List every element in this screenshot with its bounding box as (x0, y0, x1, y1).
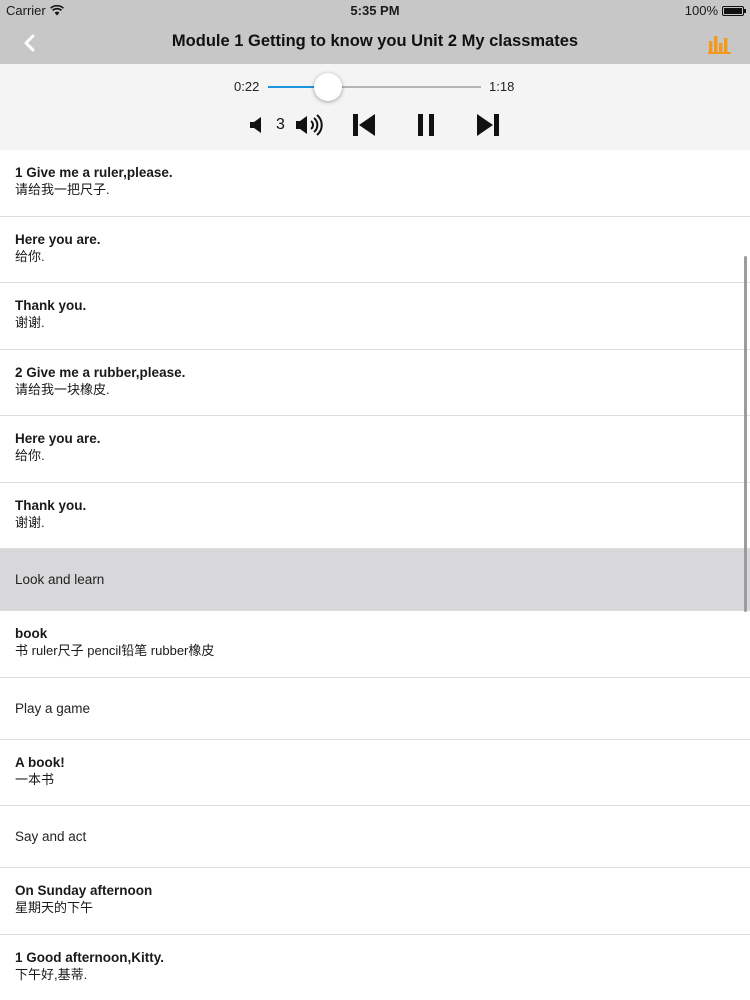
next-track-button[interactable] (474, 110, 502, 140)
section-row[interactable]: Look and learn (0, 549, 750, 611)
sentence-translation: 请给我一块橡皮. (15, 381, 110, 397)
app-screen: Carrier 5:35 PM 100% Module 1 Getting to… (0, 0, 750, 1000)
back-button[interactable] (14, 28, 44, 58)
sentence-english: 2 Give me a rubber,please. (15, 364, 186, 380)
sentence-translation: 请给我一把尺子. (15, 182, 110, 197)
sentence-english: 1 Good afternoon,Kitty. (15, 949, 164, 965)
progress-slider[interactable] (268, 73, 481, 101)
sentence-translation: 谢谢. (15, 315, 45, 330)
sentence-english: Here you are. (15, 231, 101, 247)
total-time: 1:18 (489, 79, 515, 94)
sentence-row[interactable]: book 书 ruler尺子 pencil铅笔 rubber橡皮 (0, 611, 750, 678)
battery-indicator: 100% (684, 3, 746, 18)
volume-up-icon (296, 114, 323, 136)
section-row[interactable]: Play a game (0, 678, 750, 740)
skip-next-icon (477, 114, 499, 136)
section-label: Say and act (15, 829, 87, 844)
bar-chart-icon (708, 36, 731, 54)
sentence-english: Thank you. (15, 298, 87, 313)
sentence-row[interactable]: Thank you. 谢谢. (0, 483, 750, 549)
skip-previous-icon (353, 114, 375, 136)
status-time: 5:35 PM (350, 3, 400, 18)
page-title: Module 1 Getting to know you Unit 2 My c… (171, 32, 579, 50)
previous-track-button[interactable] (350, 110, 378, 140)
scroll-indicator[interactable] (744, 256, 747, 612)
current-time: 0:22 (234, 79, 260, 94)
section-row[interactable]: Say and act (0, 806, 750, 868)
pause-button[interactable] (414, 110, 438, 140)
sentence-row[interactable]: Here you are. 给你. (0, 416, 750, 483)
sentence-translation: 谢谢. (15, 514, 45, 530)
sentence-translation: 下午好,基蒂. (15, 966, 88, 982)
volume-level: 3 (276, 116, 285, 133)
sentence-english: On Sunday afternoon (15, 883, 153, 898)
sentence-row[interactable]: 1 Good afternoon,Kitty. 下午好,基蒂. (0, 935, 750, 1000)
audio-player: 0:22 1:18 3 (0, 64, 750, 150)
sentence-translation: 星期天的下午 (15, 900, 94, 915)
sentence-translation: 书 ruler尺子 pencil铅笔 rubber橡皮 (15, 643, 215, 658)
sentence-english: A book! (15, 754, 65, 770)
volume-down-icon (250, 117, 261, 133)
navigation-bar: Module 1 Getting to know you Unit 2 My c… (0, 22, 750, 64)
battery-percent: 100% (684, 3, 718, 18)
chevron-left-icon (24, 34, 35, 52)
sentence-row[interactable]: 2 Give me a rubber,please. 请给我一块橡皮. (0, 350, 750, 416)
progress-thumb[interactable] (314, 73, 343, 101)
sentence-english: Here you are. (15, 431, 101, 446)
sentence-row[interactable]: A book! 一本书 (0, 740, 750, 806)
sentence-translation: 一本书 (15, 771, 55, 787)
sentence-list[interactable]: 1 Give me a ruler,please. 请给我一把尺子. Here yo… (0, 150, 750, 1000)
sentence-row[interactable]: Here you are. 给你. (0, 217, 750, 283)
sentence-translation: 给你. (15, 248, 45, 264)
sentence-english: Thank you. (15, 497, 87, 513)
sentence-row[interactable]: On Sunday afternoon 星期天的下午 (0, 868, 750, 935)
volume-up-button[interactable] (294, 110, 326, 140)
sentence-english: book (15, 626, 48, 641)
sentence-english: 1 Give me a ruler,please. (15, 165, 173, 180)
section-label: Play a game (15, 700, 91, 716)
sentence-row[interactable]: Thank you. 谢谢. (0, 283, 750, 350)
sentence-row[interactable]: 1 Give me a ruler,please. 请给我一把尺子. (0, 150, 750, 217)
stats-button[interactable] (708, 32, 732, 54)
section-label: Look and learn (15, 572, 105, 587)
sentence-translation: 给你. (15, 448, 45, 463)
status-bar: Carrier 5:35 PM 100% (0, 0, 750, 22)
battery-icon (722, 5, 746, 16)
pause-icon (418, 114, 434, 136)
volume-down-button[interactable] (247, 110, 267, 140)
